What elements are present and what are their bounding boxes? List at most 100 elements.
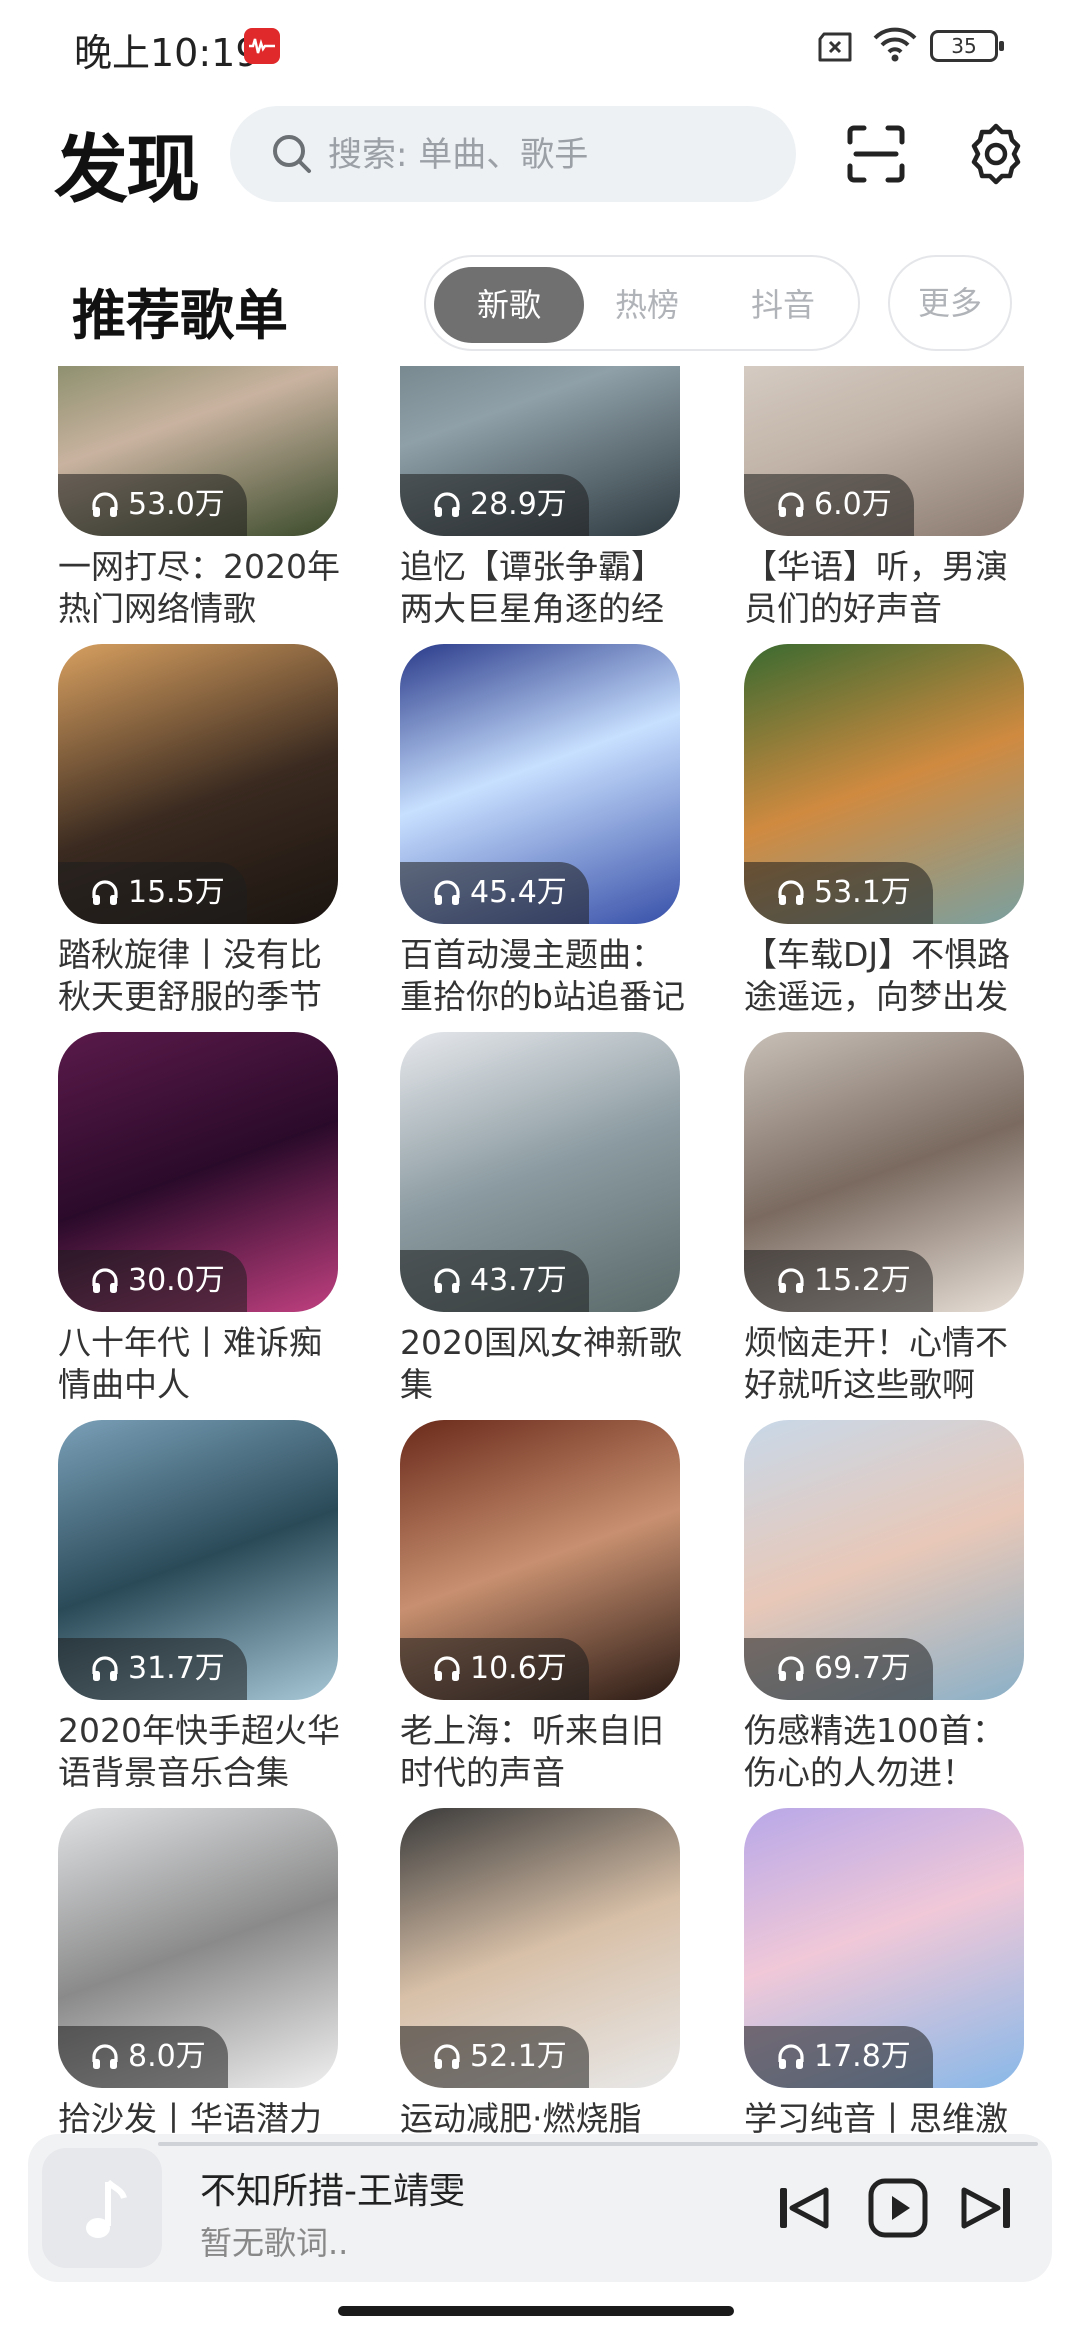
playlist-title[interactable]: 踏秋旋律丨没有比秋天更舒服的季节: [58, 934, 348, 1018]
playlist-card[interactable]: 31.7万 2020年快手超火华语背景音乐合集: [58, 1420, 340, 1792]
playlist-card[interactable]: 15.2万 烦恼走开！心情不好就听这些歌啊: [744, 1032, 1024, 1404]
play-count-badge: 6.0万: [744, 474, 914, 536]
playlist-cover[interactable]: 53.1万: [744, 644, 1024, 924]
home-indicator[interactable]: [338, 2306, 734, 2316]
headphones-icon: [434, 880, 460, 905]
headphones-icon: [778, 2044, 804, 2069]
playlist-card[interactable]: 30.0万 八十年代丨难诉痴情曲中人: [58, 1032, 338, 1404]
playlist-cover[interactable]: 45.4万: [400, 644, 680, 924]
play-count: 8.0万: [128, 2039, 206, 2074]
playlist-title[interactable]: 学习纯音丨思维激: [744, 2098, 1034, 2134]
playlist-title[interactable]: 2020年快手超火华语背景音乐合集: [58, 1710, 348, 1794]
playlist-card[interactable]: 43.7万 2020国风女神新歌集: [400, 1032, 682, 1404]
playlist-card[interactable]: 10.6万 老上海：听来自旧时代的声音: [400, 1420, 680, 1792]
play-count-badge: 8.0万: [58, 2026, 228, 2088]
playlist-title[interactable]: 八十年代丨难诉痴情曲中人: [58, 1322, 348, 1406]
playlist-cover[interactable]: 69.7万: [744, 1420, 1024, 1700]
playlist-title[interactable]: 【华语】听，男演员们的好声音: [744, 546, 1034, 630]
status-time: 晚上10:19: [74, 31, 260, 75]
playlist-title[interactable]: 运动减肥·燃烧脂: [400, 2098, 690, 2134]
now-playing-title: 不知所措-王靖雯: [200, 2171, 465, 2212]
playlist-cover[interactable]: 52.1万: [400, 1808, 680, 2088]
playlist-cover[interactable]: 15.2万: [744, 1032, 1024, 1312]
playlist-card[interactable]: 69.7万 伤感精选100首：伤心的人勿进！: [744, 1420, 1024, 1792]
page-title: 发现: [54, 127, 200, 213]
wifi-icon: [873, 27, 917, 62]
headphones-icon: [778, 880, 804, 905]
playlist-tabs: 新歌 热榜 抖音: [424, 255, 860, 351]
play-count-badge: 45.4万: [400, 862, 589, 924]
tab-hot-chart[interactable]: 热榜: [572, 267, 722, 343]
playlist-cover[interactable]: 17.8万: [744, 1808, 1024, 2088]
search-bar[interactable]: [230, 106, 796, 202]
playlist-cover[interactable]: 28.9万: [400, 366, 680, 536]
playlist-title[interactable]: 【车载DJ】不惧路途遥远，向梦出发: [744, 934, 1034, 1018]
scan-icon[interactable]: [846, 124, 906, 184]
playlist-cover[interactable]: 30.0万: [58, 1032, 338, 1312]
playlist-cover[interactable]: 43.7万: [400, 1032, 680, 1312]
more-button[interactable]: 更多: [888, 255, 1012, 351]
tab-new-songs[interactable]: 新歌: [434, 267, 584, 343]
headphones-icon: [434, 1656, 460, 1681]
mini-player[interactable]: 不知所措-王靖雯 暂无歌词..: [28, 2134, 1052, 2282]
playlist-title[interactable]: 一网打尽：2020年热门网络情歌: [58, 546, 348, 630]
playlist-card[interactable]: 8.0万 拾沙发丨华语潜力: [58, 1808, 338, 2134]
gear-icon[interactable]: [964, 122, 1028, 186]
progress-bar[interactable]: [158, 2142, 1038, 2146]
headphones-icon: [92, 492, 118, 517]
search-input[interactable]: [326, 126, 770, 184]
playlist-card[interactable]: 53.1万 【车载DJ】不惧路途遥远，向梦出发: [744, 644, 1024, 1016]
playlist-grid: 53.0万 一网打尽：2020年热门网络情歌 28.9万 追忆【谭张争霸】两大巨星角逐…: [0, 366, 1080, 2134]
previous-track-icon[interactable]: [776, 2184, 830, 2232]
play-count: 52.1万: [470, 2039, 567, 2074]
tab-douyin[interactable]: 抖音: [708, 267, 858, 343]
playlist-card[interactable]: 6.0万 【华语】听，男演员们的好声音: [744, 366, 1024, 628]
playlist-cover[interactable]: 53.0万: [58, 366, 338, 536]
album-art[interactable]: [42, 2148, 162, 2268]
playlist-cover[interactable]: 10.6万: [400, 1420, 680, 1700]
no-sim-icon: [818, 32, 852, 62]
playlist-card[interactable]: 28.9万 追忆【谭张争霸】两大巨星角逐的经: [400, 366, 680, 628]
headphones-icon: [92, 1656, 118, 1681]
headphones-icon: [434, 492, 460, 517]
playlist-title[interactable]: 伤感精选100首：伤心的人勿进！: [744, 1710, 1034, 1794]
status-bar: 晚上10:19 35: [0, 0, 1080, 96]
playlist-card[interactable]: 52.1万 运动减肥·燃烧脂: [400, 1808, 680, 2134]
headphones-icon: [778, 1656, 804, 1681]
play-count-badge: 53.0万: [58, 474, 247, 536]
play-count-badge: 10.6万: [400, 1638, 589, 1700]
playlist-title[interactable]: 拾沙发丨华语潜力: [58, 2098, 348, 2134]
recommended-playlists-header: 推荐歌单 新歌 热榜 抖音 更多: [0, 255, 1080, 355]
play-count: 15.2万: [814, 1263, 911, 1298]
playlist-card[interactable]: 53.0万 一网打尽：2020年热门网络情歌: [58, 366, 340, 628]
play-count: 15.5万: [128, 875, 225, 910]
playlist-card[interactable]: 45.4万 百首动漫主题曲：重拾你的b站追番记: [400, 644, 685, 1016]
next-track-icon[interactable]: [960, 2184, 1014, 2232]
headphones-icon: [92, 880, 118, 905]
play-count: 45.4万: [470, 875, 567, 910]
play-count: 53.0万: [128, 487, 225, 522]
play-count-badge: 31.7万: [58, 1638, 247, 1700]
playlist-title[interactable]: 2020国风女神新歌集: [400, 1322, 690, 1406]
playlist-title[interactable]: 追忆【谭张争霸】两大巨星角逐的经: [400, 546, 690, 630]
playlist-cover[interactable]: 6.0万: [744, 366, 1024, 536]
music-note-icon: [86, 2179, 127, 2238]
top-header: 发现: [0, 100, 1080, 220]
playlist-title[interactable]: 烦恼走开！心情不好就听这些歌啊: [744, 1322, 1034, 1406]
play-count-badge: 28.9万: [400, 474, 589, 536]
headphones-icon: [434, 2044, 460, 2069]
playlist-cover[interactable]: 15.5万: [58, 644, 338, 924]
headphones-icon: [92, 1268, 118, 1293]
playlist-card[interactable]: 17.8万 学习纯音丨思维激: [744, 1808, 1024, 2134]
playlist-title[interactable]: 老上海：听来自旧时代的声音: [400, 1710, 690, 1794]
play-count: 43.7万: [470, 1263, 567, 1298]
play-count: 53.1万: [814, 875, 911, 910]
playlist-card[interactable]: 15.5万 踏秋旋律丨没有比秋天更舒服的季节: [58, 644, 338, 1016]
play-count-badge: 69.7万: [744, 1638, 933, 1700]
playlist-cover[interactable]: 31.7万: [58, 1420, 338, 1700]
playlist-title[interactable]: 百首动漫主题曲：重拾你的b站追番记: [400, 934, 690, 1018]
play-count-badge: 17.8万: [744, 2026, 933, 2088]
headphones-icon: [434, 1268, 460, 1293]
play-icon[interactable]: [868, 2178, 928, 2238]
playlist-cover[interactable]: 8.0万: [58, 1808, 338, 2088]
